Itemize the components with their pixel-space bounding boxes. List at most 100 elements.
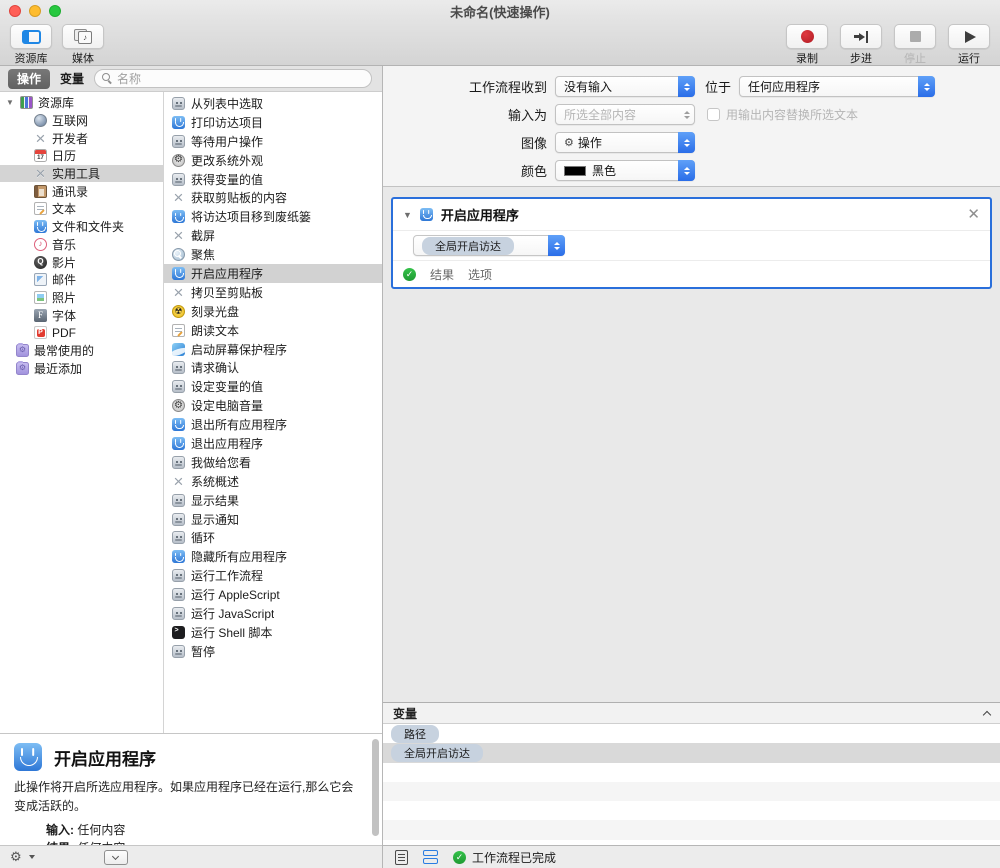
replace-text-checkbox[interactable] <box>707 108 720 121</box>
action-list-item[interactable]: 开启应用程序 <box>164 264 382 283</box>
results-link[interactable]: 结果 <box>430 266 454 283</box>
library-button[interactable]: 资源库 <box>10 24 52 66</box>
scrollbar-thumb[interactable] <box>372 739 379 836</box>
sidebar-item[interactable]: 最常使用的 <box>0 342 163 360</box>
variable-row[interactable] <box>383 820 1000 839</box>
action-item-label: 运行 JavaScript <box>191 605 274 622</box>
workflow-view-icon[interactable] <box>423 850 438 864</box>
action-list-item[interactable]: 退出应用程序 <box>164 434 382 453</box>
variable-token[interactable]: 全局开启访达 <box>391 744 483 762</box>
sidebar-item[interactable]: 最近添加 <box>0 359 163 377</box>
sidebar-item[interactable]: PDF <box>0 324 163 342</box>
stepper-icon <box>678 160 695 181</box>
close-action-icon[interactable]: ✕ <box>967 207 980 222</box>
variable-row[interactable]: 路径 <box>383 724 1000 743</box>
action-list-item[interactable]: 显示通知 <box>164 510 382 529</box>
action-list-item[interactable]: 运行 JavaScript <box>164 604 382 623</box>
sidebar-item[interactable]: 字体 <box>0 306 163 324</box>
tab-actions[interactable]: 操作 <box>8 69 50 89</box>
sidebar-item[interactable]: 文件和文件夹 <box>0 218 163 236</box>
action-list-item[interactable]: 获取剪贴板的内容 <box>164 188 382 207</box>
variable-row[interactable] <box>383 801 1000 820</box>
finder-icon <box>172 210 185 223</box>
action-list-item[interactable]: 打印访达项目 <box>164 113 382 132</box>
tab-variables[interactable]: 变量 <box>60 70 84 87</box>
action-card-footer: 结果 选项 <box>393 261 990 287</box>
action-card[interactable]: ▼ 开启应用程序 ✕ 全局开启访达 结果 选项 <box>391 197 992 289</box>
action-item-label: 我做给您看 <box>191 454 251 471</box>
variable-row[interactable] <box>383 763 1000 782</box>
action-list-item[interactable]: 聚焦 <box>164 245 382 264</box>
run-button[interactable]: 运行 <box>948 24 990 66</box>
action-list-item[interactable]: 运行 Shell 脚本 <box>164 623 382 642</box>
variables-panel-header[interactable]: 变量 <box>383 703 1000 724</box>
sidebar-item[interactable]: 影片 <box>0 253 163 271</box>
sidebar-item[interactable]: 文本 <box>0 200 163 218</box>
log-view-icon[interactable] <box>395 850 408 865</box>
variable-row[interactable]: 全局开启访达 <box>383 743 1000 762</box>
action-list-item[interactable]: 循环 <box>164 528 382 547</box>
tools-icon <box>172 286 185 299</box>
action-list-item[interactable]: 系统概述 <box>164 472 382 491</box>
sidebar-item[interactable]: 日历 <box>0 147 163 165</box>
action-item-label: 运行 AppleScript <box>191 586 280 603</box>
variable-row[interactable] <box>383 782 1000 801</box>
application-popup[interactable]: 全局开启访达 <box>413 235 565 256</box>
action-list-item[interactable]: 将访达项目移到废纸篓 <box>164 207 382 226</box>
action-list-item[interactable]: 设定变量的值 <box>164 377 382 396</box>
gear-menu-caret-icon[interactable] <box>29 855 35 859</box>
action-list-item[interactable]: 启动屏幕保护程序 <box>164 340 382 359</box>
sidebar-item[interactable]: 音乐 <box>0 236 163 254</box>
action-item-label: 更改系统外观 <box>191 152 263 169</box>
action-list-item[interactable]: 我做给您看 <box>164 453 382 472</box>
action-list-item[interactable]: 显示结果 <box>164 491 382 510</box>
library-button-label: 资源库 <box>15 50 48 66</box>
gear-menu-icon[interactable]: ⚙ <box>10 849 22 865</box>
disclosure-triangle-icon[interactable]: ▼ <box>6 98 15 107</box>
receives-popup-value: 没有输入 <box>564 78 612 95</box>
in-popup[interactable]: 任何应用程序 <box>739 76 935 97</box>
sidebar-item[interactable]: 实用工具 <box>0 165 163 183</box>
sidebar-item[interactable]: 照片 <box>0 289 163 307</box>
action-list-item[interactable]: 更改系统外观 <box>164 151 382 170</box>
media-button[interactable]: 媒体 <box>62 24 104 66</box>
record-button[interactable]: 录制 <box>786 24 828 66</box>
action-list-item[interactable]: 请求确认 <box>164 358 382 377</box>
action-list-item[interactable]: 朗读文本 <box>164 321 382 340</box>
search-input[interactable] <box>117 72 364 86</box>
title-bar[interactable]: 未命名(快速操作) <box>0 0 1000 22</box>
sidebar-item[interactable]: ▼资源库 <box>0 94 163 112</box>
action-list-item[interactable]: 运行工作流程 <box>164 566 382 585</box>
action-list-item[interactable]: 运行 AppleScript <box>164 585 382 604</box>
description-result-value: 任何内容 <box>77 841 125 845</box>
action-list-item[interactable]: 获得变量的值 <box>164 170 382 189</box>
action-list-item[interactable]: 等待用户操作 <box>164 132 382 151</box>
options-link[interactable]: 选项 <box>468 266 492 283</box>
action-list-item[interactable]: 刻录光盘 <box>164 302 382 321</box>
sidebar-item[interactable]: 开发者 <box>0 129 163 147</box>
action-list-item[interactable]: 截屏 <box>164 226 382 245</box>
color-popup[interactable]: 黑色 <box>555 160 695 181</box>
action-list-item[interactable]: 暂停 <box>164 642 382 661</box>
description-input-value: 任何内容 <box>77 823 125 837</box>
action-list-item[interactable]: 隐藏所有应用程序 <box>164 547 382 566</box>
action-list-item[interactable]: 拷贝至剪贴板 <box>164 283 382 302</box>
step-button[interactable]: 步进 <box>840 24 882 66</box>
variable-token[interactable]: 路径 <box>391 725 439 743</box>
image-popup[interactable]: ⚙ 操作 <box>555 132 695 153</box>
collapse-chevron-icon[interactable] <box>983 710 991 718</box>
disclosure-triangle-icon[interactable]: ▼ <box>403 210 412 220</box>
robot-icon <box>172 494 185 507</box>
action-list-item[interactable]: 设定电脑音量 <box>164 396 382 415</box>
toggle-description-button[interactable] <box>104 850 128 865</box>
sidebar-item[interactable]: 邮件 <box>0 271 163 289</box>
receives-popup[interactable]: 没有输入 <box>555 76 695 97</box>
action-card-header[interactable]: ▼ 开启应用程序 ✕ <box>393 199 990 231</box>
action-list-item[interactable]: 退出所有应用程序 <box>164 415 382 434</box>
search-field[interactable] <box>94 69 372 88</box>
sidebar-item[interactable]: 通讯录 <box>0 182 163 200</box>
contacts-icon <box>34 185 47 198</box>
pdf-icon <box>34 326 47 339</box>
action-list-item[interactable]: 从列表中选取 <box>164 94 382 113</box>
sidebar-item[interactable]: 互联网 <box>0 112 163 130</box>
